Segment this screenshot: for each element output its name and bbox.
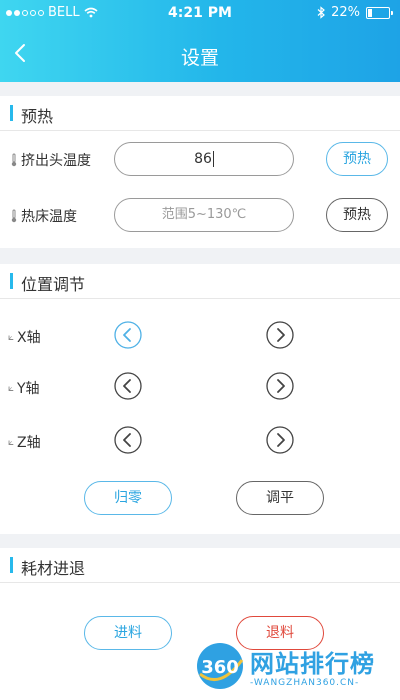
battery-icon bbox=[366, 6, 393, 19]
thermometer-icon bbox=[11, 153, 17, 167]
bed-preheat-button[interactable]: 预热 bbox=[326, 198, 388, 232]
x-axis-decrease-button[interactable] bbox=[114, 321, 142, 349]
load-filament-button[interactable]: 进料 bbox=[84, 616, 172, 650]
home-button[interactable]: 归零 bbox=[84, 481, 172, 515]
section-accent-bar bbox=[10, 273, 13, 289]
section-header: 位置调节 bbox=[0, 264, 400, 299]
x-axis-label-text: X轴 bbox=[17, 330, 41, 346]
nozzle-temp-label-text: 挤出头温度 bbox=[21, 153, 91, 169]
section-title: 预热 bbox=[21, 107, 54, 126]
section-accent-bar bbox=[10, 557, 13, 573]
z-axis-decrease-button[interactable] bbox=[114, 426, 142, 454]
status-right: 22% bbox=[317, 5, 393, 20]
svg-text:360: 360 bbox=[201, 657, 239, 678]
y-axis-label-text: Y轴 bbox=[17, 381, 40, 397]
bed-temp-input[interactable]: 范围5~130℃ bbox=[114, 198, 294, 232]
axis-icon: ⟀ bbox=[8, 331, 14, 343]
y-axis-label: ⟀ Y轴 bbox=[8, 378, 40, 398]
nozzle-preheat-button[interactable]: 预热 bbox=[326, 142, 388, 176]
z-axis-label: ⟀ Z轴 bbox=[8, 432, 41, 452]
z-axis-label-text: Z轴 bbox=[17, 435, 41, 451]
position-section: 位置调节 ⟀ X轴 ⟀ Y轴 ⟀ Z轴 归零 调平 bbox=[0, 264, 400, 534]
section-accent-bar bbox=[10, 105, 13, 121]
page-title: 设置 bbox=[180, 47, 219, 69]
bluetooth-icon bbox=[317, 6, 326, 19]
preheat-section: 预热 挤出头温度 86 预热 热床温度 范围5~130℃ 预热 bbox=[0, 96, 400, 248]
watermark: 360 网站排行榜 -WANGZHAN360.CN- bbox=[190, 640, 400, 700]
bed-temp-label-text: 热床温度 bbox=[21, 209, 77, 225]
section-header: 预热 bbox=[0, 96, 400, 131]
bed-temp-label: 热床温度 bbox=[10, 206, 77, 226]
x-axis-label: ⟀ X轴 bbox=[8, 327, 41, 347]
nozzle-temp-label: 挤出头温度 bbox=[10, 150, 91, 170]
axis-icon: ⟀ bbox=[8, 436, 14, 448]
nozzle-temp-input[interactable]: 86 bbox=[114, 142, 294, 176]
360-logo-icon: 360 bbox=[197, 643, 244, 689]
nozzle-temp-value: 86 bbox=[194, 151, 212, 167]
level-button[interactable]: 调平 bbox=[236, 481, 324, 515]
thermometer-icon bbox=[11, 209, 17, 223]
y-axis-increase-button[interactable] bbox=[266, 372, 294, 400]
header: BELL 4:21 PM 22% 设置 bbox=[0, 0, 400, 82]
section-title: 位置调节 bbox=[21, 275, 86, 294]
section-header: 耗材进退 bbox=[0, 548, 400, 583]
battery-percent: 22% bbox=[331, 5, 360, 20]
text-caret bbox=[212, 151, 214, 167]
watermark-brand: 网站排行榜 bbox=[250, 650, 375, 678]
axis-icon: ⟀ bbox=[8, 382, 14, 394]
watermark-sub: -WANGZHAN360.CN- bbox=[250, 678, 360, 688]
status-bar: BELL 4:21 PM 22% bbox=[0, 0, 400, 26]
section-title: 耗材进退 bbox=[21, 559, 86, 578]
nav-bar: 设置 bbox=[0, 26, 400, 82]
y-axis-decrease-button[interactable] bbox=[114, 372, 142, 400]
x-axis-increase-button[interactable] bbox=[266, 321, 294, 349]
z-axis-increase-button[interactable] bbox=[266, 426, 294, 454]
